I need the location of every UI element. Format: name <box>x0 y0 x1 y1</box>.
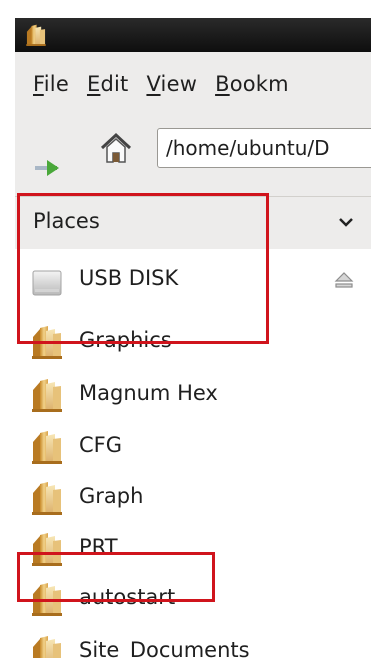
location-input[interactable]: /home/ubuntu/D <box>157 128 371 168</box>
places-sidebar: Places USB DISK Graphics Magnum Hex CFG … <box>15 197 371 658</box>
sidebar-item-prt[interactable]: PRT <box>15 523 371 573</box>
sidebar-item-label: USB DISK <box>79 266 179 290</box>
sidebar-item-site-documents[interactable]: Site_Documents <box>15 626 371 658</box>
screen: File Edit View Bookm /home/ubuntu/D Plac… <box>0 0 380 658</box>
sidebar-item-label: Site_Documents <box>79 638 250 658</box>
go-arrow-icon[interactable] <box>35 158 65 178</box>
chevron-down-icon[interactable] <box>337 215 355 229</box>
sidebar-item-autostart[interactable]: autostart <box>15 573 371 623</box>
eject-icon[interactable] <box>333 270 355 290</box>
titlebar[interactable] <box>15 18 371 52</box>
folder-icon <box>31 378 63 412</box>
sidebar-item-label: Magnum Hex <box>79 381 218 405</box>
sidebar-item-graph[interactable]: Graph <box>15 472 371 522</box>
menu-view[interactable]: View <box>146 72 197 96</box>
folder-icon <box>31 582 63 616</box>
home-icon[interactable] <box>99 132 133 164</box>
folder-app-icon <box>25 24 47 46</box>
sidebar-item-label: CFG <box>79 433 123 457</box>
sidebar-item-usb-disk[interactable]: USB DISK <box>15 254 371 304</box>
drive-icon <box>31 263 63 297</box>
toolbar: /home/ubuntu/D <box>15 116 371 197</box>
folder-icon <box>31 635 63 658</box>
file-manager-window: File Edit View Bookm /home/ubuntu/D Plac… <box>15 18 371 658</box>
sidebar-item-cfg[interactable]: CFG <box>15 421 371 471</box>
places-title: Places <box>33 209 100 233</box>
sidebar-item-graphics[interactable]: Graphics <box>15 316 371 366</box>
folder-icon <box>31 481 63 515</box>
sidebar-item-label: PRT <box>79 535 118 559</box>
menu-bookmarks[interactable]: Bookm <box>215 72 289 96</box>
places-header[interactable]: Places <box>15 197 371 249</box>
folder-icon <box>31 430 63 464</box>
folder-icon <box>31 532 63 566</box>
sidebar-item-label: autostart <box>79 585 176 609</box>
sidebar-item-magnum-hex[interactable]: Magnum Hex <box>15 369 371 419</box>
folder-icon <box>31 325 63 359</box>
menu-file[interactable]: File <box>33 72 69 96</box>
menu-edit[interactable]: Edit <box>87 72 128 96</box>
menubar: File Edit View Bookm <box>15 52 371 116</box>
sidebar-item-label: Graph <box>79 484 144 508</box>
sidebar-item-label: Graphics <box>79 328 172 352</box>
